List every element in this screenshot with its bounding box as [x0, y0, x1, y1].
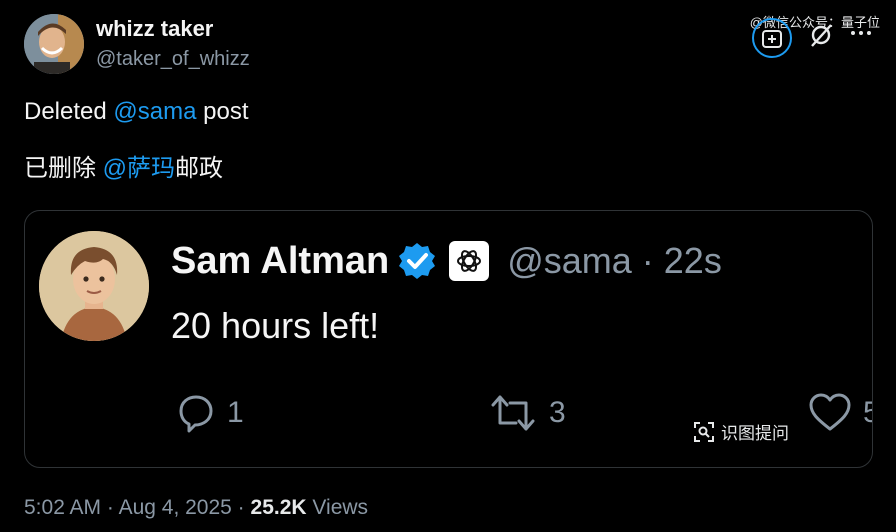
like-icon: [809, 393, 851, 431]
org-badge[interactable]: [449, 241, 490, 281]
views-count: 25.2K: [250, 496, 307, 519]
views-label: Views: [306, 496, 369, 519]
grok-alt-icon[interactable]: [808, 22, 834, 48]
grok-button[interactable]: [752, 18, 792, 58]
more-icon[interactable]: [850, 28, 872, 38]
quoted-post-card[interactable]: Sam Altman @sama · 22s 20 hours left! 1: [24, 210, 873, 468]
quoted-header: Sam Altman @sama · 22s: [171, 239, 722, 283]
retweet-icon: [491, 395, 535, 431]
recognize-image-button[interactable]: 识图提问: [693, 419, 789, 444]
grok-icon: [762, 30, 782, 48]
quoted-handle-time[interactable]: @sama · 22s: [507, 240, 722, 282]
scan-icon: [694, 421, 714, 442]
like-action[interactable]: 5: [807, 391, 872, 435]
quoted-text: 20 hours left!: [171, 305, 380, 346]
reply-action[interactable]: 1: [173, 391, 244, 435]
reply-count: 1: [227, 396, 244, 429]
verified-icon: [399, 243, 436, 279]
post-meta: 5:02 AM · Aug 4, 2025 · 25.2K Views: [24, 496, 369, 519]
quoted-author-name[interactable]: Sam Altman: [171, 240, 389, 283]
retweet-count: 3: [549, 396, 566, 429]
reply-icon: [179, 395, 213, 433]
author-handle[interactable]: @taker_of_whizz: [96, 48, 250, 71]
quoted-avatar[interactable]: [39, 231, 149, 341]
author-avatar[interactable]: [24, 14, 84, 74]
post-text-zh: 已删除 @萨玛邮政: [24, 155, 224, 182]
mention-link[interactable]: @sama: [113, 98, 196, 125]
recognize-label: 识图提问: [721, 424, 789, 443]
like-count: 5: [863, 396, 872, 430]
post-time[interactable]: 5:02 AM: [24, 496, 101, 519]
retweet-action[interactable]: 3: [487, 391, 566, 435]
openai-logo-icon: [457, 250, 482, 272]
post-date[interactable]: Aug 4, 2025: [119, 496, 232, 519]
post-text-en: Deleted @sama post: [24, 98, 249, 125]
author-name[interactable]: whizz taker: [96, 16, 213, 42]
mention-link-zh[interactable]: @萨玛: [103, 155, 175, 182]
